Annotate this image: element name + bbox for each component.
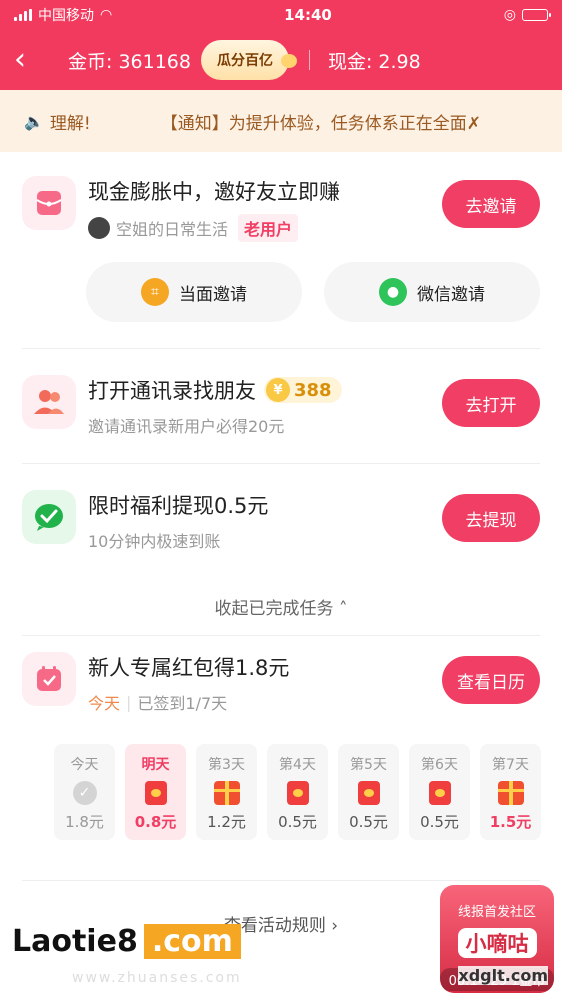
status-bar: 中国移动 ◠ 14:40 ◎ bbox=[0, 0, 562, 30]
watermark-brand-a: Laotie8 bbox=[6, 924, 144, 959]
carrier-label: 中国移动 bbox=[38, 8, 94, 24]
header-divider bbox=[308, 50, 310, 70]
divider bbox=[22, 635, 540, 636]
day-value: 1.2元 bbox=[207, 813, 246, 831]
gift-icon bbox=[213, 780, 240, 805]
day-value: 0.8元 bbox=[134, 813, 177, 831]
reward-amount: 388 bbox=[294, 379, 332, 401]
invite-options: ⌗ 当面邀请 ● 微信邀请 bbox=[0, 262, 562, 322]
gift-icon bbox=[497, 780, 524, 805]
task-withdraw: 限时福利提现0.5元 10分钟内极速到账 去提现 bbox=[0, 490, 562, 552]
day-label: 第5天 bbox=[350, 757, 387, 773]
check-icon: ✓ bbox=[72, 780, 97, 805]
checkin-days: 今天 ✓ 1.8元 明天 0.8元 第3天 1.2元 第4天 0.5元 第5天 … bbox=[0, 744, 562, 840]
coin-icon: ¥ bbox=[266, 378, 290, 402]
day-card: 第7天 1.5元 bbox=[480, 744, 541, 840]
contacts-icon bbox=[22, 375, 76, 429]
red-envelope-icon bbox=[286, 780, 309, 805]
divider bbox=[22, 348, 540, 349]
divider bbox=[22, 463, 540, 464]
back-arrow-icon[interactable]: ‹ bbox=[14, 45, 44, 75]
wechat-invite-label: 微信邀请 bbox=[417, 284, 485, 305]
wechat-icon: ● bbox=[379, 278, 407, 306]
wechat-check-icon bbox=[22, 490, 76, 544]
user-name: 空姐的日常生活 bbox=[116, 220, 229, 239]
watermark-right: xdglt.com bbox=[458, 966, 548, 985]
collapse-label: 收起已完成任务 bbox=[214, 599, 334, 619]
view-calendar-button[interactable]: 查看日历 bbox=[442, 656, 540, 704]
day-card: 第3天 1.2元 bbox=[196, 744, 257, 840]
signal-icon bbox=[14, 9, 32, 21]
day-value: 1.8元 bbox=[65, 813, 104, 831]
red-envelope-icon bbox=[357, 780, 380, 805]
watermark-brand-b: .com bbox=[143, 924, 241, 959]
day-label: 第4天 bbox=[279, 757, 316, 773]
task-checkin: 新人专属红包得1.8元 今天 | 已签到1/7天 查看日历 bbox=[0, 652, 562, 714]
day-card: 明天 0.8元 bbox=[125, 744, 186, 840]
day-value: 0.5元 bbox=[420, 813, 459, 831]
day-label: 今天 bbox=[70, 757, 99, 773]
open-contacts-button[interactable]: 去打开 bbox=[442, 379, 540, 427]
day-label: 第3天 bbox=[208, 757, 245, 773]
checkin-progress: 已签到1/7天 bbox=[137, 694, 228, 713]
face-invite-label: 当面邀请 bbox=[179, 284, 247, 305]
task-invite: 现金膨胀中，邀好友立即赚 空姐的日常生活 老用户 去邀请 bbox=[0, 176, 562, 242]
today-label: 今天 bbox=[88, 694, 121, 713]
task-contacts: 打开通讯录找朋友 ¥ 388 邀请通讯录新用户必得20元 去打开 bbox=[0, 375, 562, 437]
day-card: 第5天 0.5元 bbox=[338, 744, 399, 840]
day-label: 第7天 bbox=[492, 757, 529, 773]
day-value: 1.5元 bbox=[489, 813, 532, 831]
notice-bar[interactable]: 🔈 理解! 【通知】为提升体验，任务体系正在全面✗ bbox=[0, 90, 562, 152]
status-time: 14:40 bbox=[284, 6, 332, 24]
chevron-right-icon: › bbox=[331, 916, 339, 936]
red-envelope-icon bbox=[428, 780, 451, 805]
collapse-completed-button[interactable]: 收起已完成任务 ˄ bbox=[0, 594, 562, 619]
divider bbox=[22, 880, 540, 881]
day-card: 第6天 0.5元 bbox=[409, 744, 470, 840]
task-title: 打开通讯录找朋友 bbox=[88, 379, 256, 403]
day-label: 明天 bbox=[141, 757, 170, 773]
notice-text-a: 理解! bbox=[49, 113, 91, 134]
day-card: 第4天 0.5元 bbox=[267, 744, 328, 840]
red-envelope-icon bbox=[144, 780, 167, 805]
battery-icon bbox=[522, 9, 551, 21]
day-value: 0.5元 bbox=[278, 813, 317, 831]
reward-badge: ¥ 388 bbox=[264, 377, 342, 403]
red-envelope-icon bbox=[22, 176, 76, 230]
top-header: 中国移动 ◠ 14:40 ◎ ‹ 金币: 361168 瓜分百亿 现金: 2.9… bbox=[0, 0, 562, 90]
withdraw-button[interactable]: 去提现 bbox=[442, 494, 540, 542]
wechat-invite-button[interactable]: ● 微信邀请 bbox=[324, 262, 540, 322]
wifi-icon: ◠ bbox=[100, 7, 113, 23]
calendar-icon bbox=[22, 652, 76, 706]
face-invite-button[interactable]: ⌗ 当面邀请 bbox=[86, 262, 302, 322]
promo-line1: 线报首发社区 bbox=[457, 905, 536, 920]
old-user-badge: 老用户 bbox=[238, 214, 299, 242]
cash-balance: 现金: 2.98 bbox=[327, 50, 421, 73]
split-billions-button[interactable]: 瓜分百亿 bbox=[200, 40, 297, 80]
notice-text-b: 【通知】为提升体验，任务体系正在全面✗ bbox=[160, 113, 481, 134]
day-value: 0.5元 bbox=[349, 813, 388, 831]
lock-rotation-icon: ◎ bbox=[503, 7, 516, 23]
chevron-up-icon: ˄ bbox=[338, 599, 348, 619]
day-card: 今天 ✓ 1.8元 bbox=[54, 744, 115, 840]
watermark-logo: Laotie8 .com bbox=[6, 924, 241, 959]
coins-balance: 金币: 361168 bbox=[68, 50, 191, 73]
invite-button[interactable]: 去邀请 bbox=[442, 180, 540, 228]
avatar bbox=[88, 217, 110, 239]
day-label: 第6天 bbox=[421, 757, 458, 773]
watermark-sub: www.zhuanses.com bbox=[72, 970, 242, 986]
scan-icon: ⌗ bbox=[141, 278, 169, 306]
speaker-icon: 🔈 bbox=[24, 111, 44, 131]
promo-line2: 小嘀咕 bbox=[457, 928, 537, 958]
nav-bar: ‹ 金币: 361168 瓜分百亿 现金: 2.98 bbox=[0, 30, 562, 90]
